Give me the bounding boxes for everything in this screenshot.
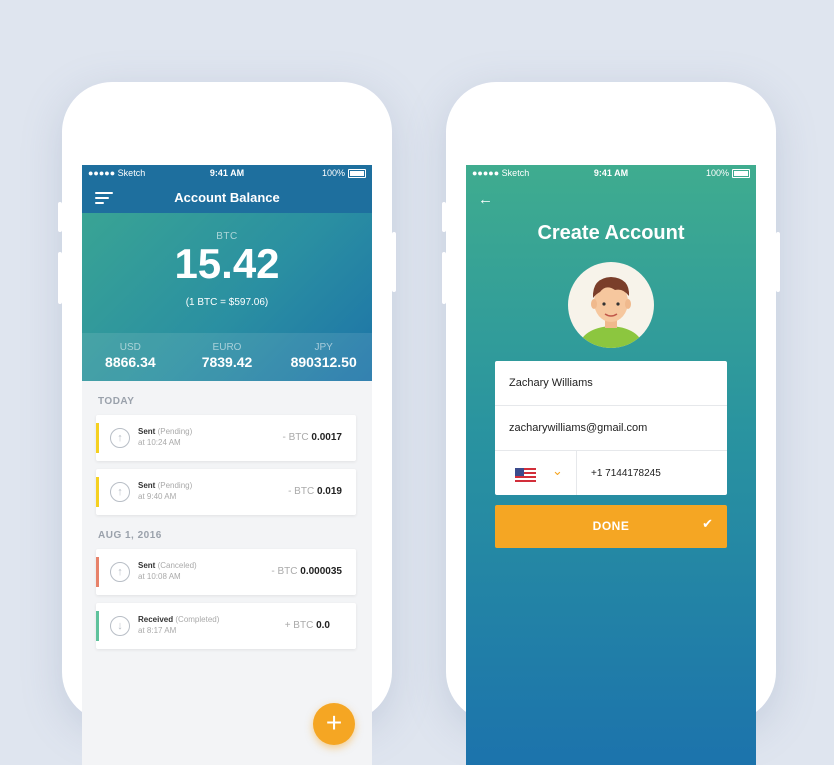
arrow-up-icon: ↑ <box>110 428 130 448</box>
transaction-amount: - BTC 0.000035 <box>271 566 342 577</box>
phone-side-button <box>58 202 62 232</box>
phone-side-button <box>58 252 62 304</box>
battery-icon <box>348 169 366 179</box>
transaction-status: (Completed) <box>175 615 220 624</box>
back-arrow-icon[interactable]: ← <box>478 191 493 208</box>
status-bar-indicator <box>96 611 99 641</box>
transaction-type: Sent <box>138 481 156 490</box>
email-field[interactable]: zacharywilliams@gmail.com <box>495 406 727 451</box>
transaction-title: Sent (Pending) <box>138 481 192 490</box>
phone-number-input[interactable]: +1 7144178245 <box>591 468 661 479</box>
balance-value: 15.42 <box>174 240 280 287</box>
transaction-amount: - BTC 0.019 <box>288 486 342 497</box>
status-bar-indicator <box>96 557 99 587</box>
section-header: AUG 1, 2016 <box>98 530 162 541</box>
transaction-type: Sent <box>138 561 156 570</box>
currency-value: 7839.42 <box>201 354 253 370</box>
arrow-up-icon: ↑ <box>110 562 130 582</box>
status-bar-indicator <box>96 477 99 507</box>
amount-prefix: - BTC <box>288 486 315 497</box>
currency-jpy[interactable]: JPY 890312.50 <box>275 333 372 381</box>
transaction-amount: - BTC 0.0017 <box>283 432 342 443</box>
avatar[interactable] <box>568 262 654 348</box>
transaction-title: Received (Completed) <box>138 615 219 624</box>
transaction-title: Sent (Canceled) <box>138 561 197 570</box>
header: ●●●●● Sketch 9:41 AM 100% Account Balanc… <box>82 165 372 213</box>
name-field[interactable]: Zachary Williams <box>495 361 727 406</box>
status-bar: ●●●●● Sketch 9:41 AM 100% <box>82 165 372 181</box>
phone-field: ⌄ +1 7144178245 <box>495 451 727 495</box>
battery-label: 100% <box>705 167 729 178</box>
create-account-screen: ●●●●● Sketch 9:41 AM 100% ← Create Accou… <box>466 165 756 765</box>
phone-right: ●●●●● Sketch 9:41 AM 100% ← Create Accou… <box>442 82 780 765</box>
status-time: 9:41 AM <box>593 168 629 178</box>
status-bar-indicator <box>96 423 99 453</box>
transaction-time: at 10:08 AM <box>138 572 181 581</box>
phone-left: ●●●●● Sketch 9:41 AM 100% Account Balanc… <box>58 82 396 765</box>
section-header: TODAY <box>98 396 135 407</box>
transaction-title: Sent (Pending) <box>138 427 192 436</box>
account-balance-screen: ●●●●● Sketch 9:41 AM 100% Account Balanc… <box>82 165 372 765</box>
transaction-type: Received <box>138 615 174 624</box>
transaction-status: (Pending) <box>157 427 193 436</box>
carrier-label: ●●●●● Sketch <box>88 168 146 178</box>
balance-panel: BTC 15.42 (1 BTC = $597.06) USD 8866.34 … <box>82 213 372 381</box>
account-form: Zachary Williams zacharywilliams@gmail.c… <box>495 361 727 495</box>
avatar-illustration <box>578 277 644 348</box>
transaction-card[interactable]: ↑ Sent (Canceled) at 10:08 AM - BTC 0.00… <box>96 549 356 595</box>
amount-prefix: + BTC <box>284 620 314 631</box>
divider <box>576 451 577 495</box>
done-label: DONE <box>592 519 630 533</box>
arrow-down-icon: ↓ <box>110 616 130 636</box>
exchange-rate: (1 BTC = $597.06) <box>185 297 269 308</box>
phone-side-button <box>392 232 396 292</box>
email-value: zacharywilliams@gmail.com <box>509 422 648 434</box>
transaction-time: at 10:24 AM <box>138 438 181 447</box>
currency-label: JPY <box>314 342 333 353</box>
amount-value: 0.019 <box>316 486 342 497</box>
currency-label: USD <box>119 342 141 353</box>
battery-label: 100% <box>321 167 345 178</box>
amount-value: 0.0017 <box>311 432 342 443</box>
phone-side-button <box>776 232 780 292</box>
phone-side-button <box>442 202 446 232</box>
currency-row: USD 8866.34 EURO 7839.42 JPY 890312.50 <box>82 333 372 381</box>
add-transaction-button[interactable]: + <box>313 703 355 745</box>
transaction-card[interactable]: ↑ Sent (Pending) at 9:40 AM - BTC 0.019 <box>96 469 356 515</box>
page-title: Create Account <box>537 222 685 244</box>
battery-indicator: 100% <box>705 167 750 179</box>
carrier-label: ●●●●● Sketch <box>472 168 530 178</box>
battery-icon <box>732 169 750 179</box>
plus-icon: + <box>325 707 343 738</box>
transaction-amount: + BTC 0.0 <box>285 620 330 631</box>
amount-value: 0.0 <box>316 620 330 631</box>
checkmark-icon: ✔ <box>702 516 713 531</box>
chevron-down-icon[interactable]: ⌄ <box>552 463 563 479</box>
arrow-up-icon: ↑ <box>110 482 130 502</box>
transaction-status: (Pending) <box>157 481 193 490</box>
transaction-status: (Canceled) <box>157 561 197 570</box>
currency-usd[interactable]: USD 8866.34 <box>82 333 179 381</box>
currency-euro[interactable]: EURO 7839.42 <box>179 333 276 381</box>
page-title: Account Balance <box>174 190 280 205</box>
done-button[interactable]: DONE ✔ <box>495 505 727 548</box>
battery-indicator: 100% <box>321 167 366 179</box>
phone-side-button <box>442 252 446 304</box>
transaction-time: at 8:17 AM <box>138 626 177 635</box>
status-bar: ●●●●● Sketch 9:41 AM 100% <box>466 165 756 181</box>
us-flag-icon[interactable] <box>515 468 536 482</box>
amount-prefix: - BTC <box>282 432 309 443</box>
status-time: 9:41 AM <box>209 168 245 178</box>
currency-label: EURO <box>212 342 242 353</box>
transaction-type: Sent <box>138 427 156 436</box>
amount-prefix: - BTC <box>271 566 298 577</box>
currency-value: 8866.34 <box>105 354 156 370</box>
transaction-card[interactable]: ↑ Sent (Pending) at 10:24 AM - BTC 0.001… <box>96 415 356 461</box>
transaction-card[interactable]: ↓ Received (Completed) at 8:17 AM + BTC … <box>96 603 356 649</box>
transaction-time: at 9:40 AM <box>138 492 177 501</box>
amount-value: 0.000035 <box>300 566 342 577</box>
currency-value: 890312.50 <box>290 354 357 370</box>
name-value: Zachary Williams <box>509 377 593 389</box>
